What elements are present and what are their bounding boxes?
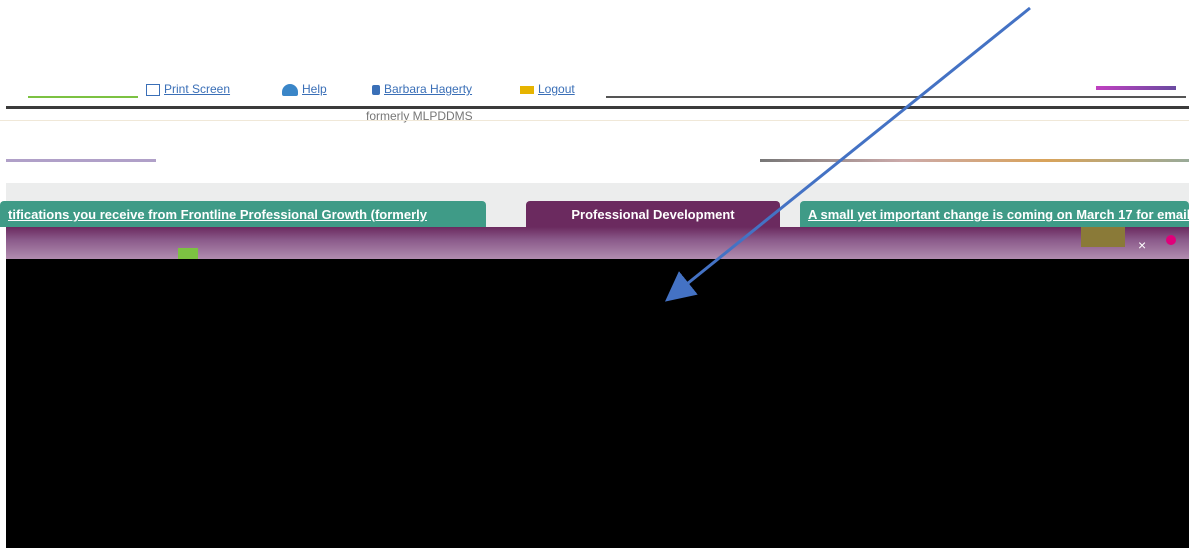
annotation-arrow: [664, 6, 1031, 302]
